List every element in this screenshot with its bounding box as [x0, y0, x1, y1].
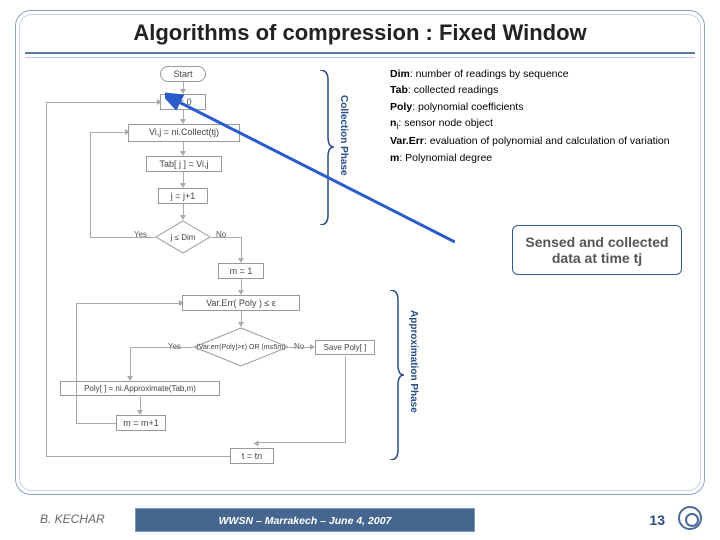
node-jpp: j = j+1 — [158, 188, 208, 204]
node-j0: j = 0 — [160, 94, 206, 110]
node-cond-jdim: j ≤ Dim — [155, 220, 211, 254]
page-number: 13 — [649, 512, 665, 528]
node-varerr: Var.Err( Poly ) ≤ ε — [182, 295, 300, 311]
footer-author: B. KECHAR — [40, 512, 105, 526]
brace-approximation — [388, 290, 404, 460]
legend-tab: Tab: collected readings — [390, 82, 690, 98]
legend-ni: ni: sensor node object — [390, 115, 690, 134]
node-approximate: Poly[ ] = ni.Approximate(Tab,m) — [60, 381, 220, 396]
brace-collection — [318, 70, 334, 225]
legend-m: m: Polynomial degree — [390, 150, 690, 166]
node-tn: t = tn — [230, 448, 274, 464]
phase-collection-label: Collection Phase — [338, 95, 349, 176]
legend-varerr: Var.Err: evaluation of polynomial and ca… — [390, 133, 690, 149]
footer-bar: WWSN – Marrakech – June 4, 2007 — [135, 508, 475, 532]
node-cond-varerr: (Var.err(Poly)>ε) OR (m≤5m) — [193, 327, 289, 367]
sensed-data-callout: Sensed and collected data at time tj — [512, 225, 682, 275]
corner-logo-icon — [678, 506, 702, 530]
legend: Dim: number of readings by sequence Tab:… — [390, 66, 690, 166]
node-start: Start — [160, 66, 206, 82]
node-savepoly: Save Poly[ ] — [315, 340, 375, 355]
slide-title: Algorithms of compression : Fixed Window — [0, 20, 720, 46]
node-mpp: m = m+1 — [116, 415, 166, 431]
footer-event: WWSN – Marrakech – June 4, 2007 — [136, 509, 474, 533]
title-rule-2 — [25, 57, 695, 58]
node-collect: Vi,j = ni.Collect(tj) — [128, 124, 240, 142]
legend-dim: Dim: number of readings by sequence — [390, 66, 690, 82]
title-rule-1 — [25, 52, 695, 54]
phase-approximation-label: Approximation Phase — [408, 310, 419, 413]
node-tab: Tab[ j ] = Vi,j — [146, 156, 222, 172]
node-m1: m = 1 — [218, 263, 264, 279]
legend-poly: Poly: polynomial coefficients — [390, 99, 690, 115]
